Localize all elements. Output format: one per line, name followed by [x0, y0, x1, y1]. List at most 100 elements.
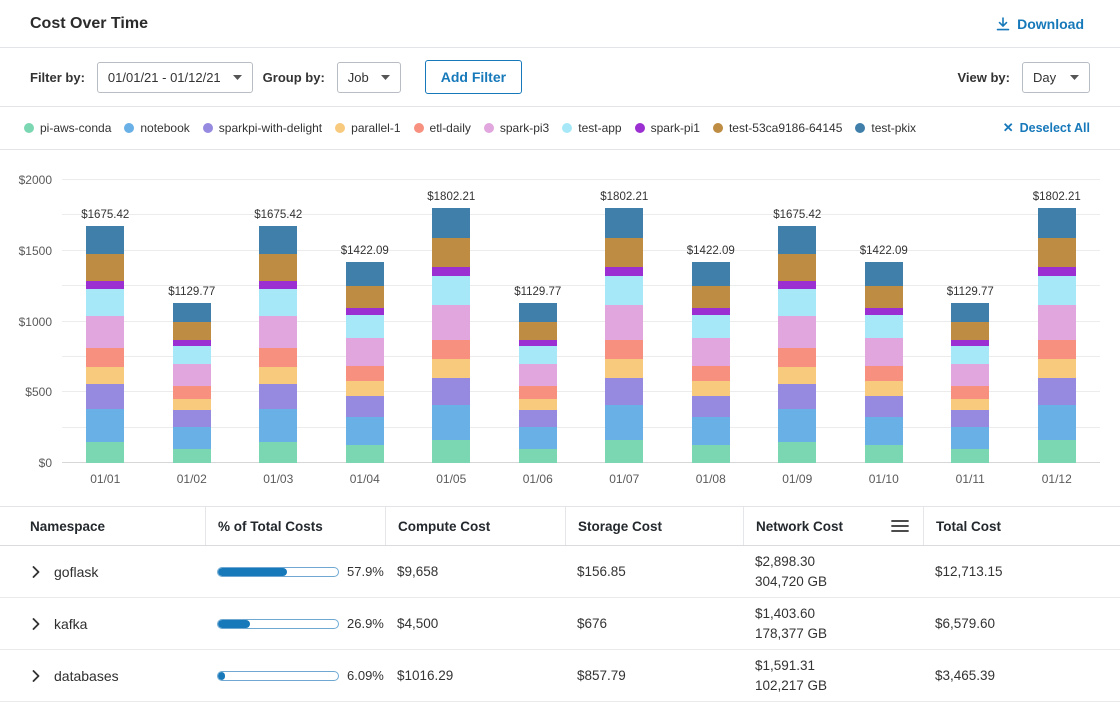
legend-item-test-53ca9186-64145[interactable]: test-53ca9186-64145	[713, 121, 842, 135]
bar-segment-test-pkix[interactable]	[692, 262, 730, 286]
bar-segment-test-pkix[interactable]	[173, 303, 211, 322]
bar-segment-sparkpi-with-delight[interactable]	[951, 410, 989, 427]
bar-segment-etl-daily[interactable]	[1038, 340, 1076, 360]
bar-segment-test-53ca9186-64145[interactable]	[605, 238, 643, 266]
bar-segment-test-app[interactable]	[86, 289, 124, 316]
bar-segment-notebook[interactable]	[432, 405, 470, 440]
bar-segment-notebook[interactable]	[259, 409, 297, 442]
bar-segment-parallel-1[interactable]	[1038, 359, 1076, 377]
bar-segment-spark-pi1[interactable]	[865, 308, 903, 315]
bar-segment-parallel-1[interactable]	[346, 381, 384, 395]
column-header-namespace[interactable]: Namespace	[0, 507, 205, 545]
bar-segment-spark-pi3[interactable]	[605, 305, 643, 340]
bar-segment-etl-daily[interactable]	[778, 348, 816, 366]
bar-segment-spark-pi1[interactable]	[346, 308, 384, 315]
bar-stack[interactable]	[778, 226, 816, 463]
bar-segment-pi-aws-conda[interactable]	[519, 449, 557, 463]
bar-segment-spark-pi3[interactable]	[519, 364, 557, 386]
bar-segment-test-pkix[interactable]	[86, 226, 124, 254]
bar-segment-sparkpi-with-delight[interactable]	[605, 378, 643, 406]
bar-stack[interactable]	[259, 226, 297, 463]
legend-item-spark-pi1[interactable]: spark-pi1	[635, 121, 700, 135]
bar-segment-test-app[interactable]	[778, 289, 816, 316]
bar-segment-sparkpi-with-delight[interactable]	[259, 384, 297, 410]
bar-segment-spark-pi3[interactable]	[432, 305, 470, 340]
download-button[interactable]: Download	[990, 15, 1090, 33]
bar-segment-spark-pi3[interactable]	[1038, 305, 1076, 340]
bar-segment-parallel-1[interactable]	[692, 381, 730, 395]
bar-segment-etl-daily[interactable]	[173, 386, 211, 399]
bar-segment-spark-pi1[interactable]	[86, 281, 124, 290]
bar-segment-spark-pi3[interactable]	[865, 338, 903, 366]
bar-segment-test-pkix[interactable]	[519, 303, 557, 322]
bar-segment-test-pkix[interactable]	[346, 262, 384, 286]
bar-segment-pi-aws-conda[interactable]	[778, 442, 816, 463]
legend-item-notebook[interactable]: notebook	[124, 121, 189, 135]
bar-segment-test-app[interactable]	[605, 276, 643, 305]
bar-segment-test-app[interactable]	[692, 315, 730, 338]
bar-segment-spark-pi1[interactable]	[692, 308, 730, 315]
bar-segment-etl-daily[interactable]	[432, 340, 470, 360]
bar-segment-pi-aws-conda[interactable]	[605, 440, 643, 463]
bar-segment-parallel-1[interactable]	[173, 399, 211, 410]
bar-segment-test-pkix[interactable]	[865, 262, 903, 286]
bar-segment-spark-pi3[interactable]	[692, 338, 730, 366]
bar-segment-parallel-1[interactable]	[865, 381, 903, 395]
expand-chevron-icon[interactable]	[30, 564, 42, 580]
bar-segment-etl-daily[interactable]	[346, 366, 384, 382]
bar-stack[interactable]	[86, 226, 124, 463]
legend-item-test-app[interactable]: test-app	[562, 121, 621, 135]
bar-segment-test-pkix[interactable]	[605, 208, 643, 239]
bar-segment-parallel-1[interactable]	[951, 399, 989, 410]
bar-segment-etl-daily[interactable]	[259, 348, 297, 366]
bar-stack[interactable]	[173, 303, 211, 463]
bar-segment-spark-pi3[interactable]	[951, 364, 989, 386]
bar-segment-test-app[interactable]	[259, 289, 297, 316]
column-header-total-cost[interactable]: Total Cost	[923, 507, 1120, 545]
bar-segment-parallel-1[interactable]	[605, 359, 643, 377]
bar-segment-test-app[interactable]	[346, 315, 384, 338]
legend-item-test-pkix[interactable]: test-pkix	[855, 121, 916, 135]
bar-segment-spark-pi3[interactable]	[778, 316, 816, 349]
bar-segment-spark-pi3[interactable]	[86, 316, 124, 349]
bar-stack[interactable]	[1038, 208, 1076, 463]
bar-segment-parallel-1[interactable]	[86, 367, 124, 384]
bar-segment-etl-daily[interactable]	[86, 348, 124, 366]
column-header-compute-cost[interactable]: Compute Cost	[385, 507, 565, 545]
bar-segment-test-app[interactable]	[951, 346, 989, 364]
bar-segment-test-53ca9186-64145[interactable]	[346, 286, 384, 308]
bar-stack[interactable]	[432, 208, 470, 463]
bar-segment-spark-pi1[interactable]	[1038, 267, 1076, 276]
column-header-network-cost[interactable]: Network Cost	[743, 507, 923, 545]
bar-segment-test-app[interactable]	[432, 276, 470, 305]
bar-segment-parallel-1[interactable]	[519, 399, 557, 410]
bar-segment-spark-pi1[interactable]	[778, 281, 816, 290]
bar-segment-spark-pi3[interactable]	[259, 316, 297, 349]
bar-segment-notebook[interactable]	[519, 427, 557, 449]
bar-segment-pi-aws-conda[interactable]	[173, 449, 211, 463]
bar-segment-test-53ca9186-64145[interactable]	[432, 238, 470, 266]
bar-segment-notebook[interactable]	[173, 427, 211, 449]
bar-segment-spark-pi1[interactable]	[259, 281, 297, 290]
legend-item-etl-daily[interactable]: etl-daily	[414, 121, 471, 135]
bar-segment-pi-aws-conda[interactable]	[259, 442, 297, 463]
bar-segment-test-app[interactable]	[173, 346, 211, 364]
bar-segment-test-53ca9186-64145[interactable]	[1038, 238, 1076, 266]
bar-segment-pi-aws-conda[interactable]	[86, 442, 124, 463]
bar-segment-test-pkix[interactable]	[1038, 208, 1076, 239]
bar-stack[interactable]	[519, 303, 557, 463]
bar-stack[interactable]	[692, 262, 730, 463]
bar-segment-etl-daily[interactable]	[605, 340, 643, 360]
bar-segment-test-53ca9186-64145[interactable]	[86, 254, 124, 280]
bar-stack[interactable]	[346, 262, 384, 463]
bar-segment-notebook[interactable]	[346, 417, 384, 445]
bar-segment-pi-aws-conda[interactable]	[865, 445, 903, 463]
bar-stack[interactable]	[951, 303, 989, 463]
bar-stack[interactable]	[865, 262, 903, 463]
bar-segment-spark-pi3[interactable]	[173, 364, 211, 386]
legend-item-sparkpi-with-delight[interactable]: sparkpi-with-delight	[203, 121, 322, 135]
expand-chevron-icon[interactable]	[30, 616, 42, 632]
bar-segment-sparkpi-with-delight[interactable]	[1038, 378, 1076, 406]
bar-segment-test-53ca9186-64145[interactable]	[173, 322, 211, 340]
legend-item-pi-aws-conda[interactable]: pi-aws-conda	[24, 121, 111, 135]
